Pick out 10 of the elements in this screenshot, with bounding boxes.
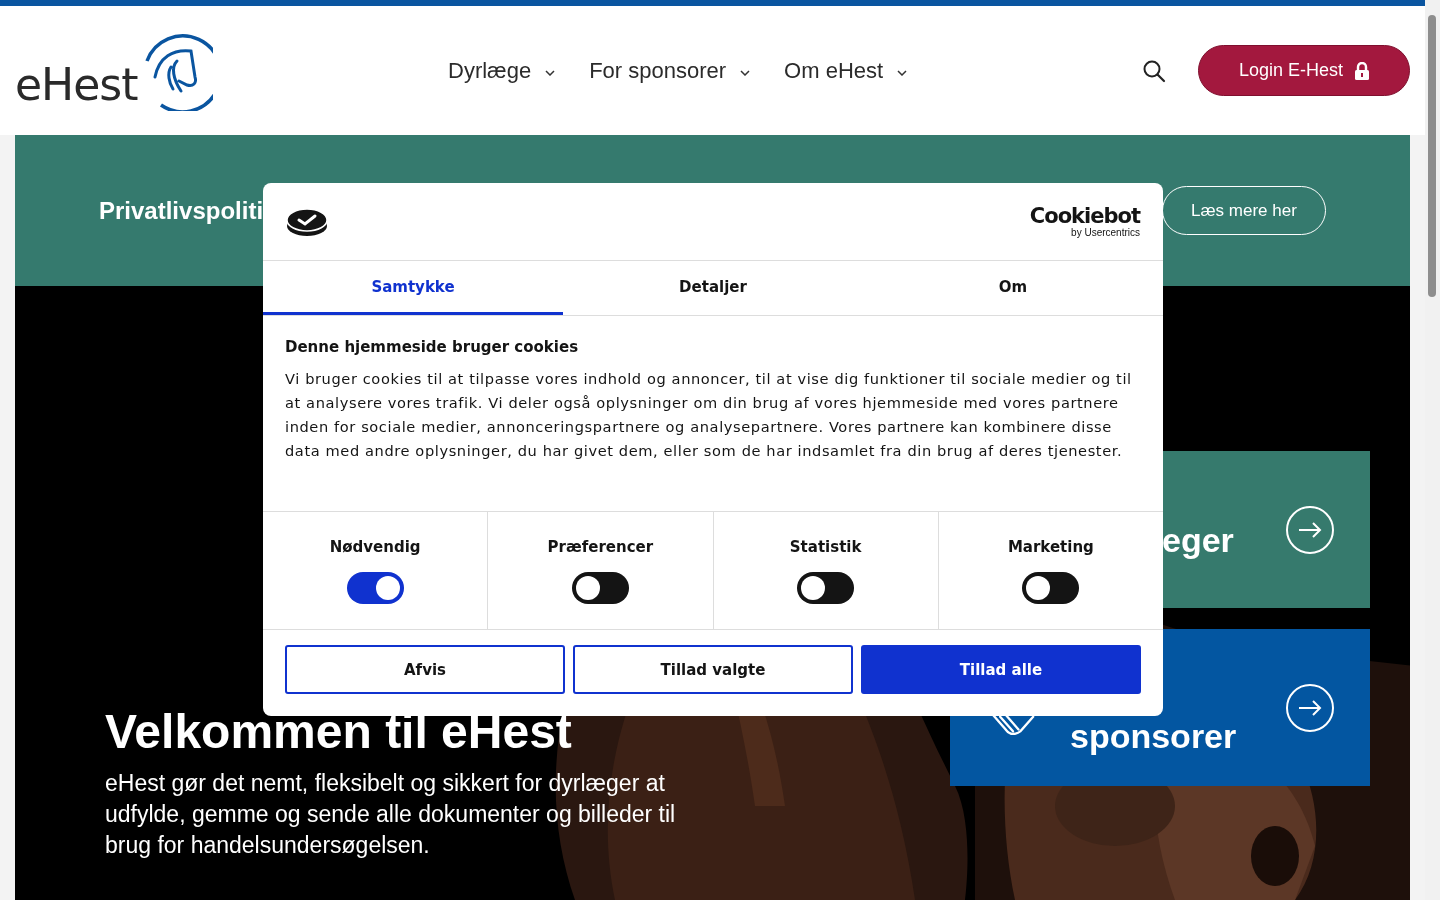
brand-byline: by Usercentrics — [1071, 227, 1140, 238]
category-label: Statistik — [789, 538, 862, 556]
hero-description: eHest gør det nemt, fleksibelt og sikkert for dyrlæger at udfylde, gemme og sende alle dokumenter og billeder til brug for handelsundersøgelsen. — [105, 769, 677, 860]
dialog-text: Vi bruger cookies til at tilpasse vores indhold og annoncer, til at vise dig funktioner til sociale medier og til at analysere vores trafik. Vi deler også oplysninger om din brug af vores hjemmeside med vores partnere inden for sociale medier, annonceringspartnere og analysepartnere. Vores partnere kan kombinere disse data med andre oplysninger, du har givet dem, eller som de har indsamlet fra din brug af deres tjenester. — [285, 369, 1133, 461]
category-label: Præferencer — [547, 538, 654, 556]
brand-logo-text: Cookiebot — [1029, 205, 1140, 227]
banner-title: Privatlivspoliti — [99, 196, 264, 225]
category-label: Marketing — [1007, 538, 1094, 556]
category-label: Nødvendig — [329, 538, 421, 556]
dialog-heading: Denne hjemmeside bruger cookies — [285, 338, 580, 356]
